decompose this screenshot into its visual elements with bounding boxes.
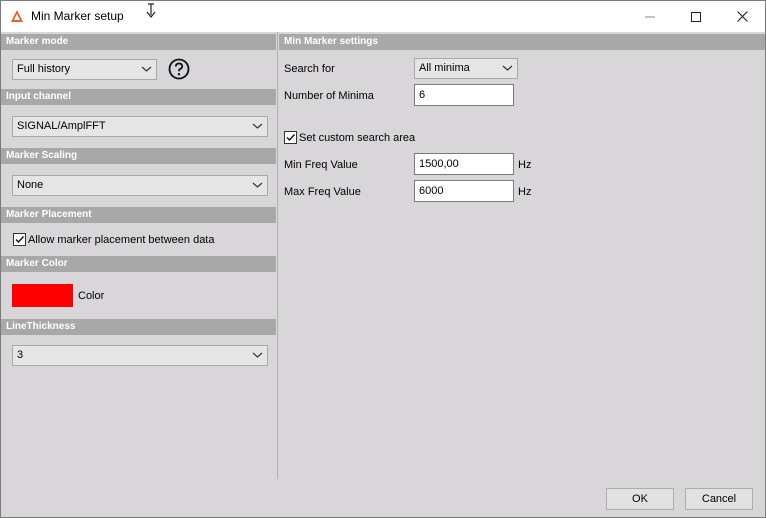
allow-placement-checkbox[interactable] — [13, 233, 26, 246]
max-freq-label: Max Freq Value — [284, 186, 361, 198]
search-for-value: All minima — [419, 62, 470, 74]
line-thickness-select[interactable]: 3 — [12, 345, 268, 366]
chevron-down-icon — [252, 182, 263, 188]
min-freq-unit: Hz — [518, 159, 532, 171]
max-freq-input[interactable]: 6000 — [414, 180, 514, 202]
marker-color-label: Color — [78, 290, 105, 302]
custom-search-area-label: Set custom search area — [299, 132, 416, 144]
marker-color-header: Marker Color — [1, 256, 276, 272]
app-logo-icon — [11, 10, 23, 22]
custom-search-area-checkbox[interactable] — [284, 131, 297, 144]
search-for-select[interactable]: All minima — [414, 58, 518, 79]
marker-scaling-value: None — [17, 179, 44, 191]
number-of-minima-input[interactable]: 6 — [414, 84, 514, 106]
chevron-down-icon — [141, 66, 152, 72]
cursor-icon — [146, 3, 156, 18]
close-button[interactable] — [719, 1, 765, 32]
checkmark-icon — [286, 134, 296, 142]
line-thickness-header: LineThickness — [1, 319, 276, 335]
line-thickness-value: 3 — [17, 349, 24, 361]
dialog-window: Min Marker setup Marker mode Full histor… — [0, 0, 766, 518]
minimize-icon — [645, 16, 655, 17]
input-channel-header: Input channel — [1, 89, 276, 105]
marker-scaling-select[interactable]: None — [12, 175, 268, 196]
minimize-button[interactable] — [627, 1, 673, 32]
min-marker-settings-header: Min Marker settings — [279, 34, 765, 50]
marker-mode-value: Full history — [17, 63, 71, 75]
max-freq-unit: Hz — [518, 186, 532, 198]
maximize-button[interactable] — [673, 1, 719, 32]
chevron-down-icon — [252, 123, 263, 129]
marker-mode-header: Marker mode — [1, 34, 276, 50]
marker-mode-select[interactable]: Full history — [12, 59, 157, 80]
min-freq-input[interactable]: 1500,00 — [414, 153, 514, 175]
marker-scaling-header: Marker Scaling — [1, 148, 276, 164]
ok-button[interactable]: OK — [606, 488, 674, 510]
number-of-minima-label: Number of Minima — [284, 90, 374, 102]
title-bar: Min Marker setup — [1, 1, 765, 32]
close-icon — [736, 11, 748, 22]
maximize-icon — [691, 11, 701, 22]
help-icon[interactable] — [168, 58, 190, 80]
marker-color-swatch[interactable] — [12, 284, 73, 307]
chevron-down-icon — [502, 65, 513, 71]
input-channel-value: SIGNAL/AmplFFT — [17, 120, 106, 132]
window-title: Min Marker setup — [31, 9, 124, 23]
panel-divider — [277, 32, 278, 479]
allow-placement-label: Allow marker placement between data — [28, 234, 215, 246]
cancel-button[interactable]: Cancel — [685, 488, 753, 510]
input-channel-select[interactable]: SIGNAL/AmplFFT — [12, 116, 268, 137]
chevron-down-icon — [252, 352, 263, 358]
search-for-label: Search for — [284, 63, 335, 75]
min-freq-label: Min Freq Value — [284, 159, 358, 171]
marker-placement-header: Marker Placement — [1, 207, 276, 223]
checkmark-icon — [15, 236, 25, 244]
